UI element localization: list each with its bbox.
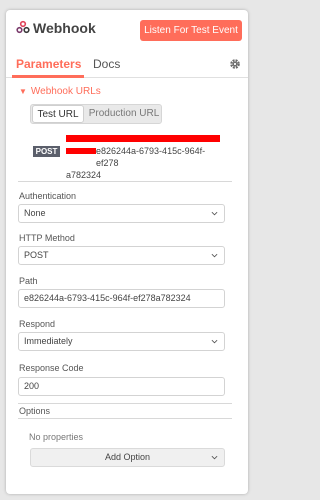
method-badge: POST — [33, 146, 60, 157]
panel-header: Webhook Listen For Test Event — [6, 10, 248, 48]
authentication-select[interactable]: None — [18, 204, 225, 223]
redaction-bar — [66, 148, 96, 154]
tab-bar: Parameters Docs — [6, 48, 248, 78]
test-url-tab[interactable]: Test URL — [32, 105, 84, 123]
chevron-down-icon — [211, 253, 218, 258]
webhook-urls-toggle[interactable]: ▼ Webhook URLs — [19, 86, 101, 97]
node-title[interactable]: Webhook — [33, 20, 96, 36]
path-input[interactable]: e826244a-6793-415c-964f-ef278a782324 — [18, 289, 225, 308]
authentication-label: Authentication — [19, 191, 77, 201]
webhook-url-line-2: a782324 — [66, 170, 102, 180]
path-value: e826244a-6793-415c-964f-ef278a782324 — [24, 293, 191, 303]
http-method-label: HTTP Method — [19, 233, 75, 243]
add-option-button[interactable]: Add Option — [30, 448, 225, 467]
node-settings-panel: Webhook Listen For Test Event Parameters… — [6, 10, 248, 494]
chevron-down-icon — [211, 211, 218, 216]
response-code-value: 200 — [24, 381, 40, 391]
authentication-value: None — [24, 208, 46, 218]
tab-parameters[interactable]: Parameters — [16, 57, 81, 71]
webhook-icon — [16, 20, 30, 34]
gear-icon[interactable] — [229, 58, 241, 70]
production-url-tab[interactable]: Production URL — [87, 105, 161, 123]
chevron-down-icon — [211, 455, 218, 460]
listen-for-test-event-button[interactable]: Listen For Test Event — [140, 20, 242, 41]
divider — [18, 403, 232, 404]
url-type-switch: Test URL Production URL — [30, 104, 162, 124]
response-code-label: Response Code — [19, 363, 84, 373]
no-properties-text: No properties — [29, 432, 84, 442]
options-label: Options — [19, 406, 51, 416]
response-code-input[interactable]: 200 — [18, 377, 225, 396]
divider — [18, 181, 232, 182]
webhook-urls-label: Webhook URLs — [30, 86, 101, 97]
divider — [18, 418, 232, 419]
respond-select[interactable]: Immediately — [18, 332, 225, 351]
redaction-bar — [66, 135, 220, 142]
http-method-select[interactable]: POST — [18, 246, 225, 265]
parameters-content: ▼ Webhook URLs Test URL Production URL PO… — [6, 78, 248, 494]
chevron-down-icon — [211, 339, 218, 344]
path-label: Path — [19, 276, 38, 286]
add-option-label: Add Option — [104, 452, 151, 462]
respond-value: Immediately — [24, 336, 73, 346]
respond-label: Respond — [19, 319, 56, 329]
tab-docs[interactable]: Docs — [93, 57, 120, 71]
http-method-value: POST — [24, 250, 49, 260]
caret-down-icon: ▼ — [19, 87, 27, 96]
